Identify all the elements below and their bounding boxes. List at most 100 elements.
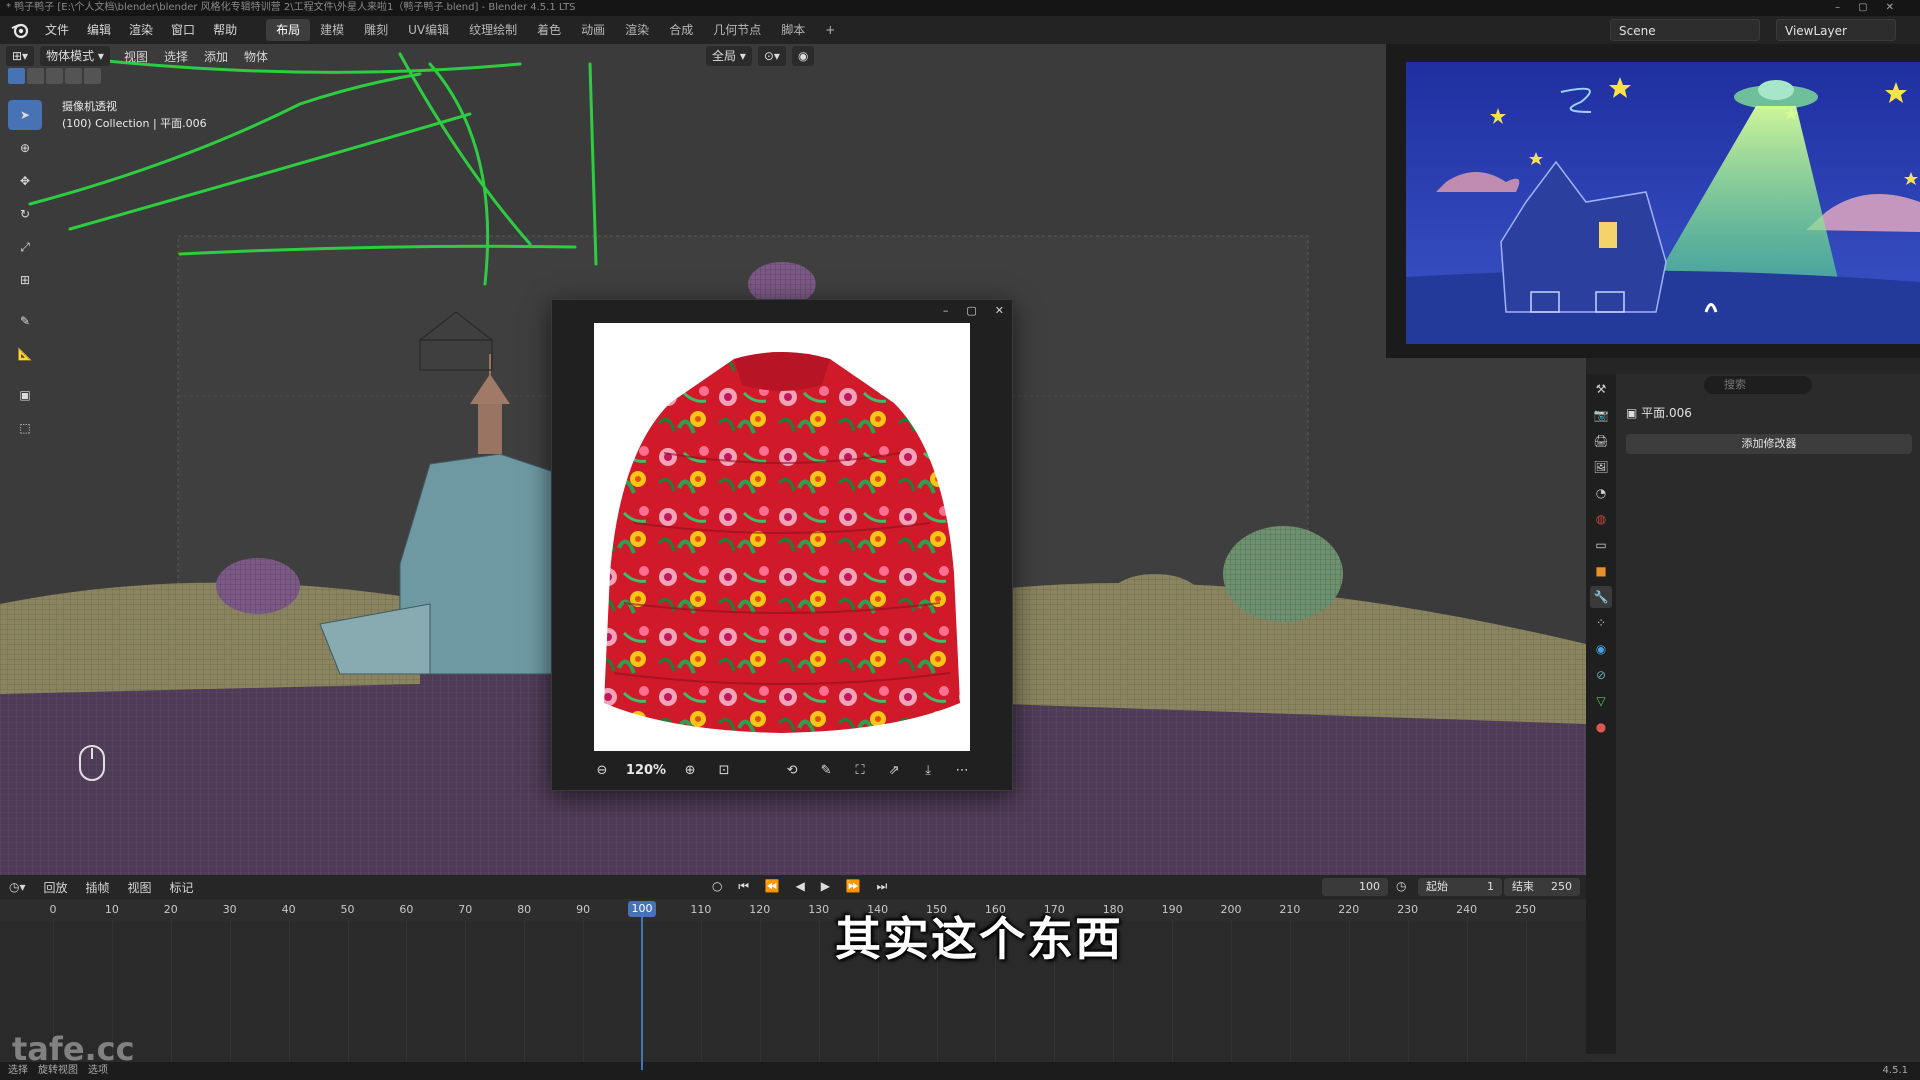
rotate-icon[interactable]: ⟲ (782, 760, 802, 780)
cursor-tool-icon[interactable]: ⊕ (8, 133, 42, 163)
timeline-tick-label: 120 (749, 903, 771, 916)
output-tab-icon[interactable]: 🖨 (1590, 430, 1612, 452)
timeline-menu-keying[interactable]: 插帧 (77, 879, 119, 896)
window-controls[interactable]: –▢✕ (1835, 0, 1912, 16)
move-tool-icon[interactable]: ✥ (8, 166, 42, 196)
workspace-tab-animation[interactable]: 动画 (571, 19, 615, 41)
select-mode-subtract-icon[interactable] (46, 68, 63, 84)
object-mode-dropdown[interactable]: 物体模式 ▾ (40, 46, 110, 66)
timeline-grid-line (1289, 921, 1291, 1070)
timeline-menu-marker[interactable]: 标记 (161, 879, 203, 896)
zoom-in-icon[interactable]: ⊕ (680, 760, 700, 780)
playhead-line[interactable] (641, 917, 643, 1070)
constraints-tab-icon[interactable]: ⊘ (1590, 664, 1612, 686)
snap-toggle-icon[interactable]: ⊙▾ (757, 46, 786, 66)
timeline-tick-label: 20 (163, 903, 178, 916)
crop-icon[interactable]: ⛶ (850, 760, 870, 780)
workspace-tab-texture-paint[interactable]: 纹理绘制 (459, 19, 527, 41)
workspace-tab-rendering[interactable]: 渲染 (615, 19, 659, 41)
select-mode-intersect-icon[interactable] (84, 68, 101, 84)
share-icon[interactable]: ⇗ (884, 760, 904, 780)
menu-file[interactable]: 文件 (36, 16, 78, 44)
timeline-tick-label: 250 (1515, 903, 1536, 916)
menu-edit[interactable]: 编辑 (78, 16, 120, 44)
camera-preview-panel (1386, 44, 1920, 358)
view-layer-tab-icon[interactable]: 🖼 (1590, 456, 1612, 478)
transform-tool-icon[interactable]: ⊞ (8, 265, 42, 295)
scene-selector[interactable]: Scene (1610, 19, 1760, 41)
workspace-tab-compositing[interactable]: 合成 (659, 19, 703, 41)
current-frame-field[interactable]: 100 (1322, 878, 1388, 896)
scale-tool-icon[interactable]: ⤢ (8, 232, 42, 262)
start-frame-field[interactable]: 起始 1 (1418, 878, 1502, 896)
workspace-tab-sculpting[interactable]: 雕刻 (354, 19, 398, 41)
rotate-tool-icon[interactable]: ↻ (8, 199, 42, 229)
viewport-menu-add[interactable]: 添加 (196, 48, 236, 65)
select-box-tool-icon[interactable]: ➤ (8, 100, 42, 130)
select-mode-invert-icon[interactable] (65, 68, 82, 84)
playback-controls[interactable]: ○ ⏮ ⏪ ◀ ▶ ⏩ ⏭ (712, 879, 893, 894)
timeline-tick-label: 40 (281, 903, 296, 916)
timeline-tick-label: 30 (222, 903, 237, 916)
object-tab-icon[interactable]: ■ (1590, 560, 1612, 582)
collection-tab-icon[interactable]: ▭ (1590, 534, 1612, 556)
menu-help[interactable]: 帮助 (204, 16, 246, 44)
zoom-level: 120% (625, 762, 667, 778)
image-viewer-window[interactable]: – ▢ ✕ ⊖ 120% ⊕ ⊡ ⟲ ✎ ⛶ ⇗ ⤓ ⋯ (551, 299, 1013, 791)
scene-tab-icon[interactable]: ◔ (1590, 482, 1612, 504)
collection-object-label: (100) Collection | 平面.006 (62, 117, 207, 130)
world-tab-icon[interactable]: ◍ (1590, 508, 1612, 530)
timeline-editor-type-icon[interactable]: ◷▾ (0, 880, 35, 894)
annotate-tool-icon[interactable]: ✎ (8, 306, 42, 336)
timeline-editor[interactable]: ◷▾ 回放 插帧 视图 标记 ○ ⏮ ⏪ ◀ ▶ ⏩ ⏭ 100 ◷ 起始 1 … (0, 875, 1586, 1070)
maximize-icon[interactable]: ▢ (966, 304, 976, 317)
workspace-tab-uv-editing[interactable]: UV编辑 (398, 19, 459, 41)
timeline-ruler[interactable]: 0102030405060708090100110120130140150160… (0, 899, 1586, 921)
blender-logo-icon[interactable] (10, 20, 30, 40)
workspace-tab-geometry-nodes[interactable]: 几何节点 (703, 19, 771, 41)
workspace-tab-layout[interactable]: 布局 (266, 19, 311, 41)
add-workspace-button[interactable]: + (815, 19, 845, 41)
select-mode-new-icon[interactable] (8, 68, 25, 84)
particles-tab-icon[interactable]: ⁘ (1590, 612, 1612, 634)
workspace-tab-scripting[interactable]: 脚本 (771, 19, 815, 41)
add-cube-tool-icon[interactable]: ▣ (8, 380, 42, 410)
physics-tab-icon[interactable]: ◉ (1590, 638, 1612, 660)
material-tab-icon[interactable]: ● (1590, 716, 1612, 738)
viewport-menu-object[interactable]: 物体 (236, 48, 276, 65)
menu-window[interactable]: 窗口 (162, 16, 204, 44)
close-icon[interactable]: ✕ (995, 304, 1004, 317)
view-layer-selector[interactable]: ViewLayer (1776, 19, 1896, 41)
transform-orientation-dropdown[interactable]: 全局 ▾ (706, 46, 752, 66)
menu-render[interactable]: 渲染 (120, 16, 162, 44)
timeline-tick-label: 210 (1279, 903, 1301, 916)
render-tab-icon[interactable]: 📷 (1590, 404, 1612, 426)
minimize-icon[interactable]: – (943, 304, 949, 317)
extrude-tool-icon[interactable]: ⬚ (8, 413, 42, 443)
select-mode-extend-icon[interactable] (27, 68, 44, 84)
timeline-grid-line (759, 921, 761, 1070)
selection-mode-buttons (8, 68, 101, 84)
editor-type-button[interactable]: ⊞▾ (6, 46, 35, 66)
data-tab-icon[interactable]: ▽ (1590, 690, 1612, 712)
clock-icon[interactable]: ◷ (1396, 879, 1406, 893)
workspace-tab-modeling[interactable]: 建模 (310, 19, 354, 41)
timeline-menu-playback[interactable]: 回放 (35, 879, 77, 896)
viewport-menu-view[interactable]: 视图 (116, 48, 156, 65)
modifier-tab-icon[interactable]: 🔧 (1590, 586, 1612, 608)
edit-icon[interactable]: ✎ (816, 760, 836, 780)
tool-tab-icon[interactable]: ⚒ (1590, 378, 1612, 400)
zoom-out-icon[interactable]: ⊖ (592, 760, 612, 780)
playhead-frame-label[interactable]: 100 (628, 901, 656, 917)
download-icon[interactable]: ⤓ (918, 760, 938, 780)
workspace-tab-shading[interactable]: 着色 (527, 19, 571, 41)
add-modifier-button[interactable]: 添加修改器 (1626, 434, 1912, 454)
properties-search-input[interactable]: 搜索 (1704, 376, 1812, 394)
measure-tool-icon[interactable]: 📐 (8, 339, 42, 369)
end-frame-field[interactable]: 结束 250 (1504, 878, 1580, 896)
timeline-menu-view[interactable]: 视图 (119, 879, 161, 896)
actual-size-icon[interactable]: ⊡ (714, 760, 734, 780)
more-icon[interactable]: ⋯ (952, 760, 972, 780)
proportional-edit-icon[interactable]: ◉ (791, 46, 815, 66)
viewport-menu-select[interactable]: 选择 (156, 48, 196, 65)
